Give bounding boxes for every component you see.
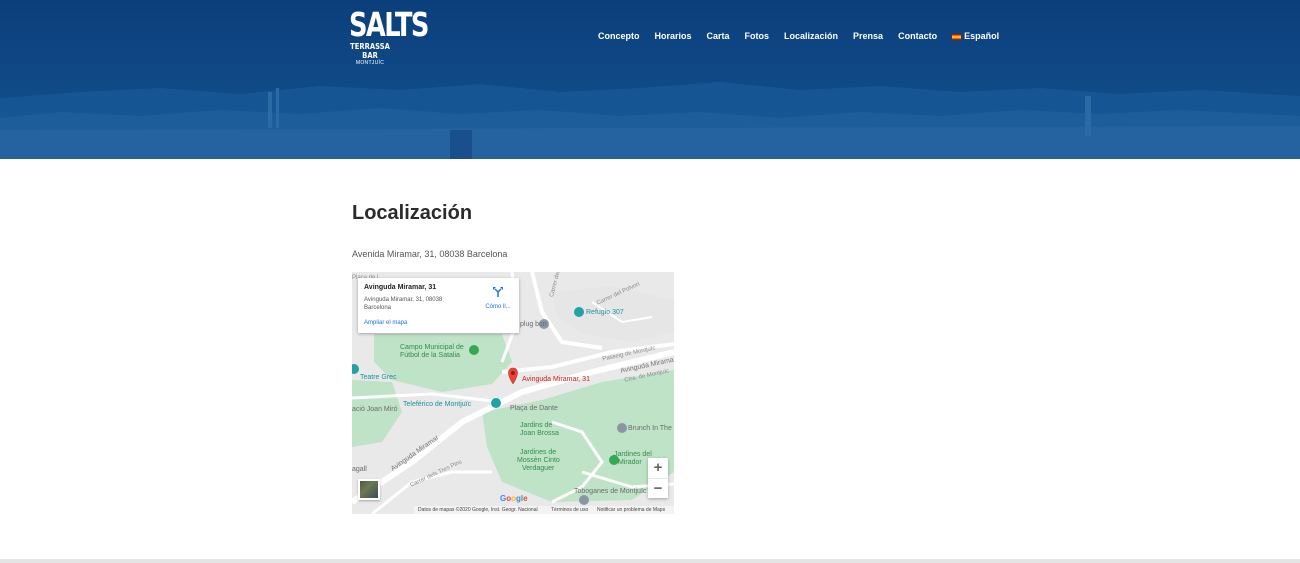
map-label-jardins-mirador1: Jardines del — [614, 451, 652, 458]
map-label-jardins-mossen2: Mossèn Cinto — [517, 457, 560, 464]
google-map[interactable]: Plaça de l Carrer del Mari Carrer del Po… — [352, 272, 674, 514]
site-logo[interactable]: SALTS TERRASSA BAR MONTJUÏC — [343, 5, 429, 67]
zoom-control: + − — [648, 458, 668, 498]
logo-subtitle: TERRASSA BAR — [350, 42, 390, 60]
nav-item-concepto[interactable]: Concepto — [598, 31, 640, 42]
satellite-toggle[interactable] — [358, 479, 380, 500]
map-label-jardins-mossen3: Verdaguer — [522, 465, 555, 472]
map-label-teatre: Teatre Grec — [360, 374, 397, 381]
map-label-jardins-mossen1: Jardines de — [520, 449, 557, 456]
map-label-jardins-mirador2: Mirador — [618, 459, 642, 466]
map-label-campo2: Fútbol de la Satalia — [400, 352, 460, 359]
directions-button[interactable]: Cómo ll... — [480, 285, 516, 310]
directions-label: Cómo ll... — [485, 304, 511, 310]
map-label-segall: agall — [352, 466, 367, 473]
map-info-window: Avinguda Miramar, 31 Avinguda Miramar, 3… — [358, 278, 519, 333]
nav-item-prensa[interactable]: Prensa — [853, 31, 883, 42]
map-label-placa-dante: Plaça de Dante — [510, 405, 558, 412]
map-label-campo1: Campo Municipal de — [400, 344, 464, 351]
main-nav: Concepto Horarios Carta Fotos Localizaci… — [598, 31, 999, 42]
nav-item-carta[interactable]: Carta — [707, 31, 730, 42]
map-label-fundacio: ació Joan Miró — [352, 406, 398, 413]
info-address-line2: Barcelona — [364, 305, 392, 311]
zoom-out-button[interactable]: − — [648, 478, 668, 498]
map-label-teleferico: Teleférico de Montjuïc — [403, 401, 472, 408]
info-title: Avinguda Miramar, 31 — [364, 284, 437, 291]
info-address-line1: Avinguda Miramar, 31, 08038 — [364, 297, 443, 303]
nav-item-fotos[interactable]: Fotos — [745, 31, 770, 42]
nav-item-horarios[interactable]: Horarios — [655, 31, 692, 42]
google-logo: Google — [500, 494, 528, 503]
map-label-brunch: Brunch In The — [628, 425, 672, 432]
report-problem-link[interactable]: Notificar un problema de Maps — [597, 507, 665, 513]
map-label-marker: Avinguda Miramar, 31 — [522, 376, 590, 383]
terms-link[interactable]: Términos de uso — [551, 507, 588, 513]
logo-text: SALTS — [348, 5, 429, 44]
footer-divider — [0, 559, 1300, 563]
nav-item-contacto[interactable]: Contacto — [898, 31, 937, 42]
info-address: Avinguda Miramar, 31, 08038 Barcelona — [364, 296, 464, 312]
map-label-refugio: Refugio 307 — [586, 309, 624, 316]
language-selector[interactable]: Español — [952, 31, 999, 42]
map-footer: Datos de mapas ©2020 Google, Inst. Geogr… — [352, 506, 674, 514]
language-label: Español — [964, 31, 1000, 41]
city-skyline-image — [0, 0, 1300, 159]
zoom-in-button[interactable]: + — [648, 458, 668, 478]
map-label-toboganes: Toboganes de Montjuïc — [574, 488, 647, 495]
logo-location: MONTJUÏC — [355, 60, 385, 66]
directions-icon — [493, 287, 503, 297]
nav-item-localizacion[interactable]: Localización — [784, 31, 838, 42]
enlarge-map-link[interactable]: Ampliar el mapa — [364, 320, 407, 326]
address-text: Avenida Miramar, 31, 08038 Barcelona — [352, 249, 508, 259]
map-label-jardins-brossa1: Jardins de — [520, 422, 553, 429]
page-title: Localización — [352, 202, 473, 224]
map-label-jardins-brossa2: Joan Brossa — [520, 430, 559, 437]
map-label-plug: plug bcn — [520, 321, 547, 328]
map-data-credit: Datos de mapas ©2020 Google, Inst. Geogr… — [418, 507, 538, 513]
hero-banner — [0, 0, 1300, 159]
spain-flag-icon — [952, 33, 962, 40]
